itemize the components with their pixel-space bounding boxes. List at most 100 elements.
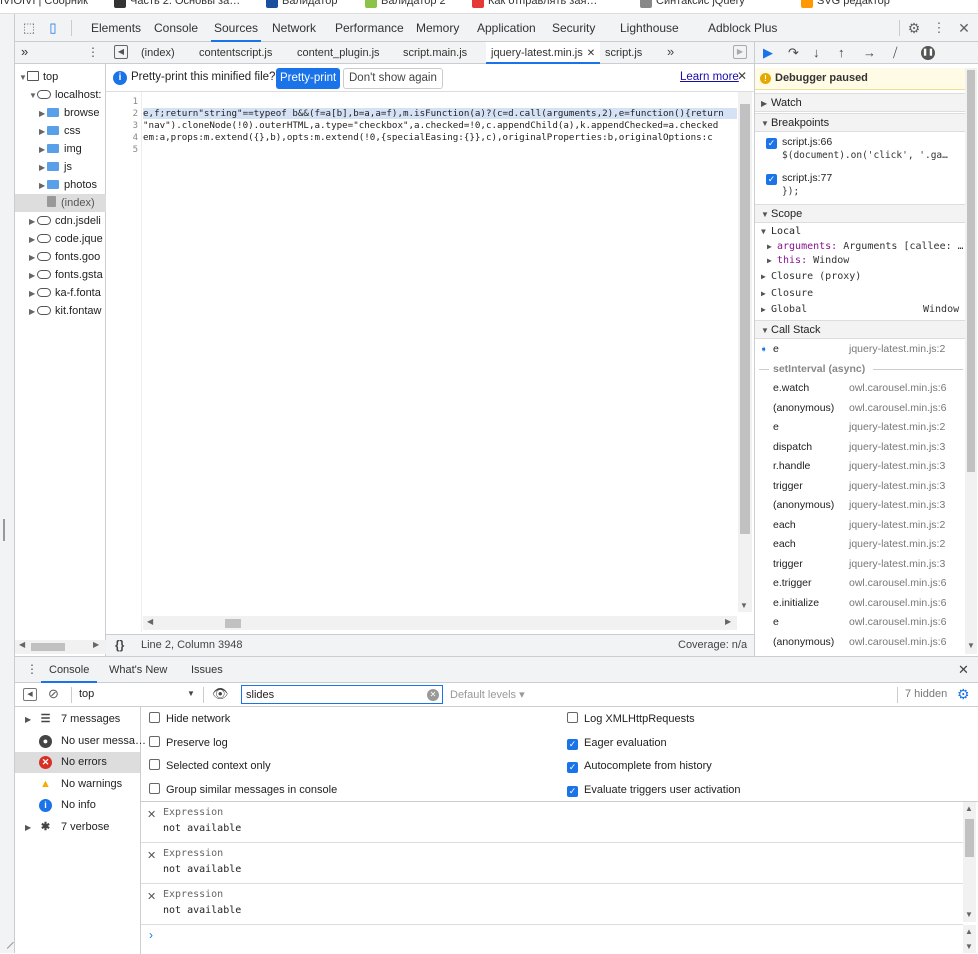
unchecked-checkbox[interactable] xyxy=(149,735,160,747)
bookmark-item[interactable]: SVG редактор xyxy=(817,0,890,7)
editor-tab[interactable]: script.main.js xyxy=(398,42,472,64)
bookmark-item[interactable]: Как отправлять зая… xyxy=(488,0,597,7)
scroll-down-icon[interactable]: ▼ xyxy=(967,641,975,650)
tab-adblock-plus[interactable]: Adblock Plus xyxy=(705,14,780,42)
console-setting[interactable]: Preserve log xyxy=(149,733,228,753)
collapsed-arrow-icon[interactable]: ▶ xyxy=(39,123,47,140)
tree-item[interactable]: ▶ js xyxy=(15,158,106,176)
tree-item[interactable]: ▶ browse xyxy=(15,104,106,122)
call-frame[interactable]: trigger jquery-latest.min.js:3 xyxy=(755,555,965,574)
remove-expression-icon[interactable]: ✕ xyxy=(147,808,156,821)
navigator-hscrollbar[interactable]: ◀ ▶ xyxy=(15,640,106,654)
editor-tabs-more[interactable]: » xyxy=(667,44,674,59)
clear-filter-icon[interactable]: ✕ xyxy=(427,689,439,701)
console-setting[interactable]: Hide network xyxy=(149,709,230,729)
close-icon[interactable]: ✕ xyxy=(737,69,747,83)
tree-item[interactable]: ▶ fonts.gsta xyxy=(15,266,106,284)
call-frame[interactable]: dispatch jquery-latest.min.js:3 xyxy=(755,438,965,457)
inspect-icon[interactable]: ⬚ xyxy=(21,20,37,36)
scope-closure[interactable]: ▶ Closure xyxy=(761,288,813,299)
tab-performance[interactable]: Performance xyxy=(332,14,407,42)
call-frame[interactable]: (anonymous) owl.carousel.min.js:6 xyxy=(755,399,965,418)
breakpoint-checkbox[interactable]: ✓ xyxy=(766,138,777,149)
console-setting[interactable]: ✓ Evaluate triggers user activation xyxy=(567,780,741,800)
scroll-down-icon[interactable]: ▼ xyxy=(965,910,973,919)
toggle-debugger-icon[interactable]: ▶ xyxy=(733,45,747,59)
live-expression-eye-icon[interactable]: 👁 xyxy=(212,686,229,702)
callstack-section[interactable]: ▼ Call Stack xyxy=(755,320,965,339)
gear-icon[interactable]: ⚙ xyxy=(906,20,922,36)
call-frame[interactable]: e.initialize owl.carousel.min.js:6 xyxy=(755,594,965,613)
device-toggle-icon[interactable]: ▯ xyxy=(45,20,61,36)
collapsed-arrow-icon[interactable]: ▶ xyxy=(39,141,47,158)
unchecked-checkbox[interactable] xyxy=(149,712,160,723)
scroll-right-icon[interactable]: ▶ xyxy=(725,617,731,626)
console-sidebar-item[interactable]: ✕ No errors xyxy=(15,752,140,773)
drawer-tab-console[interactable]: Console xyxy=(41,657,98,683)
code-line[interactable]: e,f;return"string"==typeof b&&(f=a[b],b=… xyxy=(143,108,737,119)
collapsed-arrow-icon[interactable]: ▶ xyxy=(39,105,47,122)
pretty-print-button[interactable]: Pretty-print xyxy=(276,68,341,89)
drawer-tab-what-s-new[interactable]: What's New xyxy=(101,657,175,683)
unchecked-checkbox[interactable] xyxy=(567,712,578,723)
remove-expression-icon[interactable]: ✕ xyxy=(147,849,156,862)
tab-network[interactable]: Network xyxy=(269,14,319,42)
breakpoints-section[interactable]: ▼ Breakpoints xyxy=(755,113,965,132)
tree-item[interactable]: ▶ code.jque xyxy=(15,230,106,248)
expression-label[interactable]: Expression xyxy=(163,848,223,859)
drawer-tab-issues[interactable]: Issues xyxy=(183,657,231,683)
scrollbar-thumb[interactable] xyxy=(31,643,65,651)
code-line[interactable]: "nav").cloneNode(!0).outerHTML,a.type="c… xyxy=(143,120,737,131)
scrollbar-thumb[interactable] xyxy=(965,819,974,857)
console-setting[interactable]: ✓ Eager evaluation xyxy=(567,733,667,753)
collapsed-arrow-icon[interactable]: ▶ xyxy=(29,249,37,266)
tab-elements[interactable]: Elements xyxy=(88,14,144,42)
call-frame[interactable]: ➧ e jquery-latest.min.js:2 xyxy=(755,340,965,359)
tree-item[interactable]: (index) xyxy=(15,194,106,212)
tree-item[interactable]: ▼ localhost: xyxy=(15,86,106,104)
editor-hscrollbar[interactable]: ◀ ▶ xyxy=(143,616,737,630)
collapsed-arrow-icon[interactable]: ▶ xyxy=(29,285,37,302)
resize-handle[interactable] xyxy=(3,519,5,541)
bookmark-item[interactable]: Синтаксис jQuery xyxy=(656,0,745,7)
tab-console[interactable]: Console xyxy=(151,14,201,42)
call-frame[interactable]: r.handle jquery-latest.min.js:3 xyxy=(755,457,965,476)
console-sidebar-item[interactable]: i No info xyxy=(15,795,140,816)
close-tab-icon[interactable]: ✕ xyxy=(587,48,595,59)
tab-sources[interactable]: Sources xyxy=(211,14,262,42)
unchecked-checkbox[interactable] xyxy=(149,782,160,794)
unchecked-checkbox[interactable] xyxy=(149,759,160,770)
scroll-left-icon[interactable]: ◀ xyxy=(19,640,25,649)
editor-tab[interactable]: content_plugin.js xyxy=(292,42,385,64)
console-prompt[interactable]: › xyxy=(149,928,153,942)
call-frame[interactable]: e.trigger owl.carousel.min.js:6 xyxy=(755,574,965,593)
close-drawer-icon[interactable]: ✕ xyxy=(958,662,969,678)
scroll-right-icon[interactable]: ▶ xyxy=(93,640,99,649)
tab-security[interactable]: Security xyxy=(549,14,598,42)
expanded-arrow-icon[interactable]: ▼ xyxy=(29,87,37,104)
more-icon[interactable]: ⋮ xyxy=(931,20,947,36)
scope-local[interactable]: ▼ Local xyxy=(761,226,801,237)
step-icon[interactable]: → xyxy=(863,45,876,60)
toggle-navigator-icon[interactable]: ◀ xyxy=(114,45,128,59)
expanded-arrow-icon[interactable]: ▼ xyxy=(19,69,27,86)
call-frame[interactable]: e jquery-latest.min.js:2 xyxy=(755,418,965,437)
breakpoint-file[interactable]: script.js:66 xyxy=(782,136,832,148)
tree-item[interactable]: ▶ ka-f.fonta xyxy=(15,284,106,302)
learn-more-link[interactable]: Learn more xyxy=(680,71,739,83)
console-vscrollbar[interactable]: ▲ ▼ xyxy=(963,925,976,953)
pause-on-exceptions-icon[interactable]: ❚❚ xyxy=(921,46,935,60)
editor-tab[interactable]: contentscript.js xyxy=(194,42,277,64)
scope-arguments[interactable]: ▶ arguments: Arguments [callee: … xyxy=(767,241,963,252)
checked-checkbox[interactable]: ✓ xyxy=(567,785,578,797)
scope-section[interactable]: ▼ Scope xyxy=(755,204,965,223)
scroll-down-icon[interactable]: ▼ xyxy=(965,942,973,951)
console-settings-gear-icon[interactable]: ⚙ xyxy=(957,686,970,703)
scroll-up-icon[interactable]: ▲ xyxy=(965,927,973,936)
chevron-down-icon[interactable]: ▼ xyxy=(187,689,195,698)
call-frame[interactable]: each jquery-latest.min.js:2 xyxy=(755,535,965,554)
checked-checkbox[interactable]: ✓ xyxy=(567,738,578,750)
tree-item[interactable]: ▶ kit.fontaw xyxy=(15,302,106,320)
tree-item[interactable]: ▼ top xyxy=(15,68,106,86)
call-frame[interactable]: trigger jquery-latest.min.js:3 xyxy=(755,477,965,496)
